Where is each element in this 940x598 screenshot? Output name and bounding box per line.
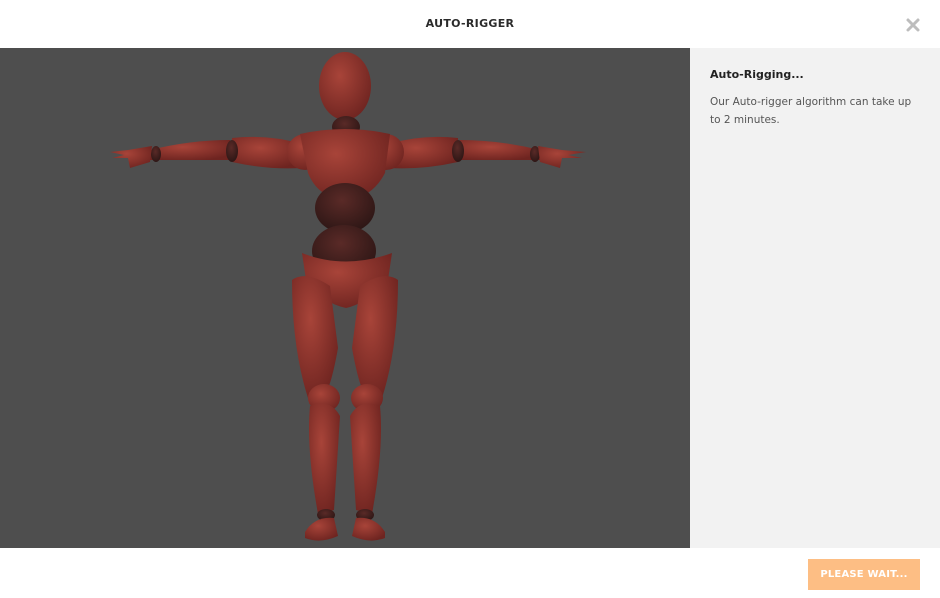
3d-viewport[interactable] <box>0 48 690 548</box>
status-message: Our Auto-rigger algorithm can take up to… <box>710 96 912 126</box>
status-title: Auto-Rigging... <box>710 68 804 81</box>
please-wait-button[interactable]: PLEASE WAIT... <box>808 559 920 590</box>
character-model <box>110 52 586 541</box>
side-panel: Auto-Rigging... Our Auto-rigger algorith… <box>690 48 940 548</box>
dialog-header: AUTO-RIGGER <box>0 0 940 48</box>
dialog-title: AUTO-RIGGER <box>425 17 515 30</box>
dialog-footer: PLEASE WAIT... <box>0 548 940 598</box>
close-icon[interactable] <box>904 16 922 34</box>
